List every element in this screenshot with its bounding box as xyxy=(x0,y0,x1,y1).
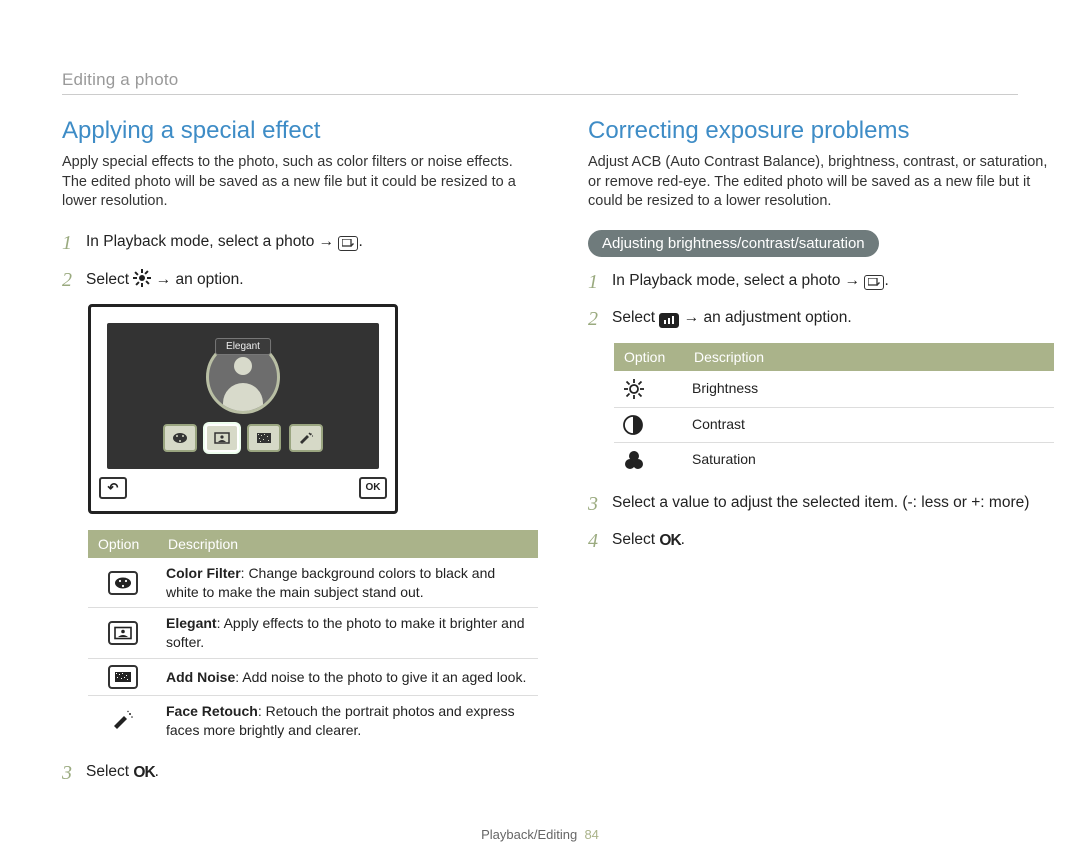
left-column: Applying a special effect Apply special … xyxy=(62,117,538,797)
cell-saturation: Saturation xyxy=(684,442,1054,477)
th-description: Description xyxy=(684,343,1054,371)
breadcrumb: Editing a photo xyxy=(62,70,1018,90)
avatar-wrap: Elegant xyxy=(206,340,280,414)
step-2-left: 2 Select → an option. xyxy=(62,267,538,294)
table-row: Face Retouch: Retouch the portrait photo… xyxy=(88,696,538,746)
two-column-layout: Applying a special effect Apply special … xyxy=(62,117,1018,797)
effect-btn-elegant xyxy=(205,424,239,452)
effects-gear-icon xyxy=(133,269,151,294)
edit-mode-icon xyxy=(864,275,884,290)
saturation-icon xyxy=(622,449,676,471)
step-4-right: 4 Select OK. xyxy=(588,528,1054,555)
back-icon: ↶ xyxy=(99,477,127,499)
arrow-icon: → xyxy=(845,272,865,289)
effect-btn-noise xyxy=(247,424,281,452)
steps-left-cont: 3 Select OK. xyxy=(62,760,538,787)
step-text: Select OK. xyxy=(86,760,159,784)
elegant-icon xyxy=(108,621,138,645)
effect-button-row xyxy=(163,424,323,452)
effects-table: Option Description Color Filter: Change … xyxy=(88,530,538,746)
ok-text-icon: OK xyxy=(133,763,154,784)
noise-icon xyxy=(108,665,138,689)
step-number: 1 xyxy=(588,269,602,296)
effect-btn-colorfilter xyxy=(163,424,197,452)
right-column: Correcting exposure problems Adjust ACB … xyxy=(588,117,1054,797)
section-title-left: Applying a special effect xyxy=(62,117,538,145)
step-number: 2 xyxy=(62,267,76,294)
effect-btn-retouch xyxy=(289,424,323,452)
step-text: Select → an adjustment option. xyxy=(612,306,852,329)
brightness-icon xyxy=(622,377,676,401)
step-number: 1 xyxy=(62,230,76,257)
manual-page: Editing a photo Applying a special effec… xyxy=(0,0,1080,862)
ok-icon: OK xyxy=(359,477,387,499)
steps-left: 1 In Playback mode, select a photo → . 2… xyxy=(62,230,538,294)
step-number: 2 xyxy=(588,306,602,333)
effect-label: Elegant xyxy=(215,338,271,355)
page-number: 84 xyxy=(584,827,598,842)
step-text: Select → an option. xyxy=(86,267,244,294)
table-header: Option Description xyxy=(88,530,538,558)
th-description: Description xyxy=(158,530,538,558)
table-row: Contrast xyxy=(614,407,1054,442)
table-row: Add Noise: Add noise to the photo to giv… xyxy=(88,659,538,696)
cell-brightness: Brightness xyxy=(684,371,1054,408)
ok-text-icon: OK xyxy=(659,531,680,552)
screen-preview: Elegant xyxy=(107,323,379,469)
subsection-pill: Adjusting brightness/contrast/saturation xyxy=(588,230,879,257)
arrow-icon: → xyxy=(319,233,339,250)
th-option: Option xyxy=(614,343,684,371)
th-option: Option xyxy=(88,530,158,558)
intro-left: Apply special effects to the photo, such… xyxy=(62,153,538,212)
table-header: Option Description xyxy=(614,343,1054,371)
table-row: Brightness xyxy=(614,371,1054,408)
step-1-left: 1 In Playback mode, select a photo → . xyxy=(62,230,538,257)
step-3-left: 3 Select OK. xyxy=(62,760,538,787)
step-2-right: 2 Select → an adjustment option. xyxy=(588,306,1054,333)
cell-contrast: Contrast xyxy=(684,407,1054,442)
step-text: In Playback mode, select a photo → . xyxy=(612,269,889,292)
step-number: 3 xyxy=(62,760,76,787)
retouch-icon xyxy=(108,708,138,732)
camera-screen-mock: Elegant ↶ OK xyxy=(88,304,398,514)
step-number: 4 xyxy=(588,528,602,555)
step-1-right: 1 In Playback mode, select a photo → . xyxy=(588,269,1054,296)
adjust-table: Option Description Brightness Contrast S… xyxy=(614,343,1054,477)
footer-section: Playback/Editing xyxy=(481,827,577,842)
edit-mode-icon xyxy=(338,236,358,251)
colorfilter-icon xyxy=(108,571,138,595)
steps-right: 1 In Playback mode, select a photo → . 2… xyxy=(588,269,1054,333)
divider xyxy=(62,94,1018,95)
steps-right-cont: 3 Select a value to adjust the selected … xyxy=(588,491,1054,555)
section-title-right: Correcting exposure problems xyxy=(588,117,1054,145)
step-text: Select OK. xyxy=(612,528,685,552)
table-row: Color Filter: Change background colors t… xyxy=(88,558,538,608)
intro-right: Adjust ACB (Auto Contrast Balance), brig… xyxy=(588,153,1054,212)
contrast-icon xyxy=(622,414,676,436)
step-3-right: 3 Select a value to adjust the selected … xyxy=(588,491,1054,518)
page-footer: Playback/Editing 84 xyxy=(62,827,1018,842)
adjust-menu-icon xyxy=(659,313,679,328)
step-text: Select a value to adjust the selected it… xyxy=(612,491,1029,514)
step-text: In Playback mode, select a photo → . xyxy=(86,230,363,253)
table-row: Saturation xyxy=(614,442,1054,477)
step-number: 3 xyxy=(588,491,602,518)
screen-bottom-bar: ↶ OK xyxy=(99,477,387,503)
table-row: Elegant: Apply effects to the photo to m… xyxy=(88,608,538,659)
